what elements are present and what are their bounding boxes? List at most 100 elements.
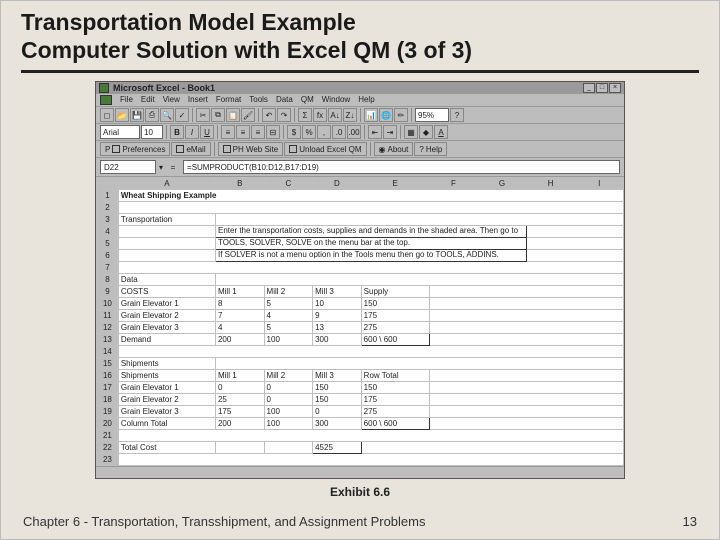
fx-icon[interactable]: fx [313,108,327,122]
menu-data[interactable]: Data [276,95,293,105]
cell[interactable]: 4525 [313,442,362,454]
cell[interactable]: Grain Elevator 2 [118,310,215,322]
row-header[interactable]: 15 [97,358,119,370]
menu-tools[interactable]: Tools [249,95,268,105]
row-header[interactable]: 22 [97,442,119,454]
qm-about-button[interactable]: ◉About [374,142,414,156]
cell[interactable] [118,454,623,466]
cell[interactable] [118,250,215,262]
cut-icon[interactable]: ✂ [196,108,210,122]
cell[interactable]: Supply [361,286,429,298]
cell[interactable]: Mill 2 [264,286,313,298]
currency-icon[interactable]: $ [287,125,301,139]
col-header[interactable]: C [264,178,313,190]
cell[interactable]: 4 [215,322,264,334]
merge-icon[interactable]: ⊟ [266,125,280,139]
menu-file[interactable]: File [120,95,133,105]
cell[interactable]: Total Cost [118,442,215,454]
cell[interactable] [429,310,623,322]
cell[interactable]: 150 [361,382,429,394]
cell[interactable]: Wheat Shipping Example [118,190,623,202]
cell[interactable]: Grain Elevator 1 [118,382,215,394]
cell[interactable]: 150 [361,298,429,310]
cell[interactable]: 10 [313,298,362,310]
cell[interactable]: 175 [361,394,429,406]
cell[interactable]: 5 [264,322,313,334]
spreadsheet-grid[interactable]: A B C D E F G H I 1Wheat Shipping Exampl… [96,177,624,466]
name-box[interactable]: D22 [100,160,156,174]
qm-preferences-button[interactable]: PPreferences [100,142,170,156]
cell[interactable]: 175 [215,406,264,418]
row-header[interactable]: 2 [97,202,119,214]
fill-color-icon[interactable]: ◆ [419,125,433,139]
cell[interactable]: Mill 3 [313,286,362,298]
row-header[interactable]: 4 [97,226,119,238]
preview-icon[interactable]: 🔍 [160,108,174,122]
cell[interactable] [118,346,623,358]
row-header[interactable]: 8 [97,274,119,286]
cell[interactable] [118,430,623,442]
cell[interactable] [429,334,623,346]
sort-asc-icon[interactable]: A↓ [328,108,342,122]
inc-decimal-icon[interactable]: .0 [332,125,346,139]
cell[interactable] [429,298,623,310]
row-header[interactable]: 17 [97,382,119,394]
cell[interactable]: 300 [313,418,362,430]
row-header[interactable]: 20 [97,418,119,430]
cell[interactable]: 600 \ 600 [361,334,429,346]
cell[interactable]: Data [118,274,215,286]
cell[interactable]: 175 [361,310,429,322]
minimize-button[interactable]: _ [583,83,595,93]
cell[interactable] [118,202,623,214]
cell[interactable]: Grain Elevator 3 [118,406,215,418]
cell[interactable]: 150 [313,382,362,394]
map-icon[interactable]: 🌐 [379,108,393,122]
cell[interactable]: 25 [215,394,264,406]
cell[interactable] [429,382,623,394]
cell[interactable]: Transportation [118,214,215,226]
underline-icon[interactable]: U [200,125,214,139]
cell[interactable]: Grain Elevator 2 [118,394,215,406]
cell[interactable]: 300 [313,334,362,346]
formula-input[interactable]: =SUMPRODUCT(B10:D12,B17:D19) [183,160,620,174]
cell[interactable]: Shipments [118,370,215,382]
cell[interactable]: Mill 3 [313,370,362,382]
qm-email-button[interactable]: eMail [171,142,210,156]
cell[interactable]: Enter the transportation costs, supplies… [215,226,526,238]
cell[interactable] [118,238,215,250]
indent-dec-icon[interactable]: ⇤ [368,125,382,139]
sum-icon[interactable]: Σ [298,108,312,122]
menu-format[interactable]: Format [216,95,241,105]
cell[interactable] [429,418,623,430]
cell[interactable]: 8 [215,298,264,310]
cell[interactable] [429,394,623,406]
save-icon[interactable]: 💾 [130,108,144,122]
cell[interactable]: TOOLS, SOLVER, SOLVE on the menu bar at … [215,238,526,250]
percent-icon[interactable]: % [302,125,316,139]
select-all-cell[interactable] [97,178,119,190]
cell[interactable]: COSTS [118,286,215,298]
paste-icon[interactable]: 📋 [226,108,240,122]
drawing-icon[interactable]: ✏ [394,108,408,122]
cell[interactable]: 275 [361,322,429,334]
cell[interactable] [215,358,623,370]
menu-window[interactable]: Window [322,95,350,105]
copy-icon[interactable]: ⧉ [211,108,225,122]
qm-unload-button[interactable]: Unload Excel QM [284,142,366,156]
cell[interactable]: 5 [264,298,313,310]
row-header[interactable]: 3 [97,214,119,226]
cell[interactable]: 7 [215,310,264,322]
row-header[interactable]: 7 [97,262,119,274]
maximize-button[interactable]: □ [596,83,608,93]
cell[interactable] [429,286,623,298]
col-header[interactable]: G [478,178,527,190]
col-header[interactable]: B [215,178,264,190]
cell[interactable] [526,226,623,238]
row-header[interactable]: 1 [97,190,119,202]
align-center-icon[interactable]: ≡ [236,125,250,139]
align-left-icon[interactable]: ≡ [221,125,235,139]
cell[interactable]: 100 [264,334,313,346]
italic-icon[interactable]: I [185,125,199,139]
col-header[interactable]: D [313,178,362,190]
cell[interactable] [361,442,623,454]
